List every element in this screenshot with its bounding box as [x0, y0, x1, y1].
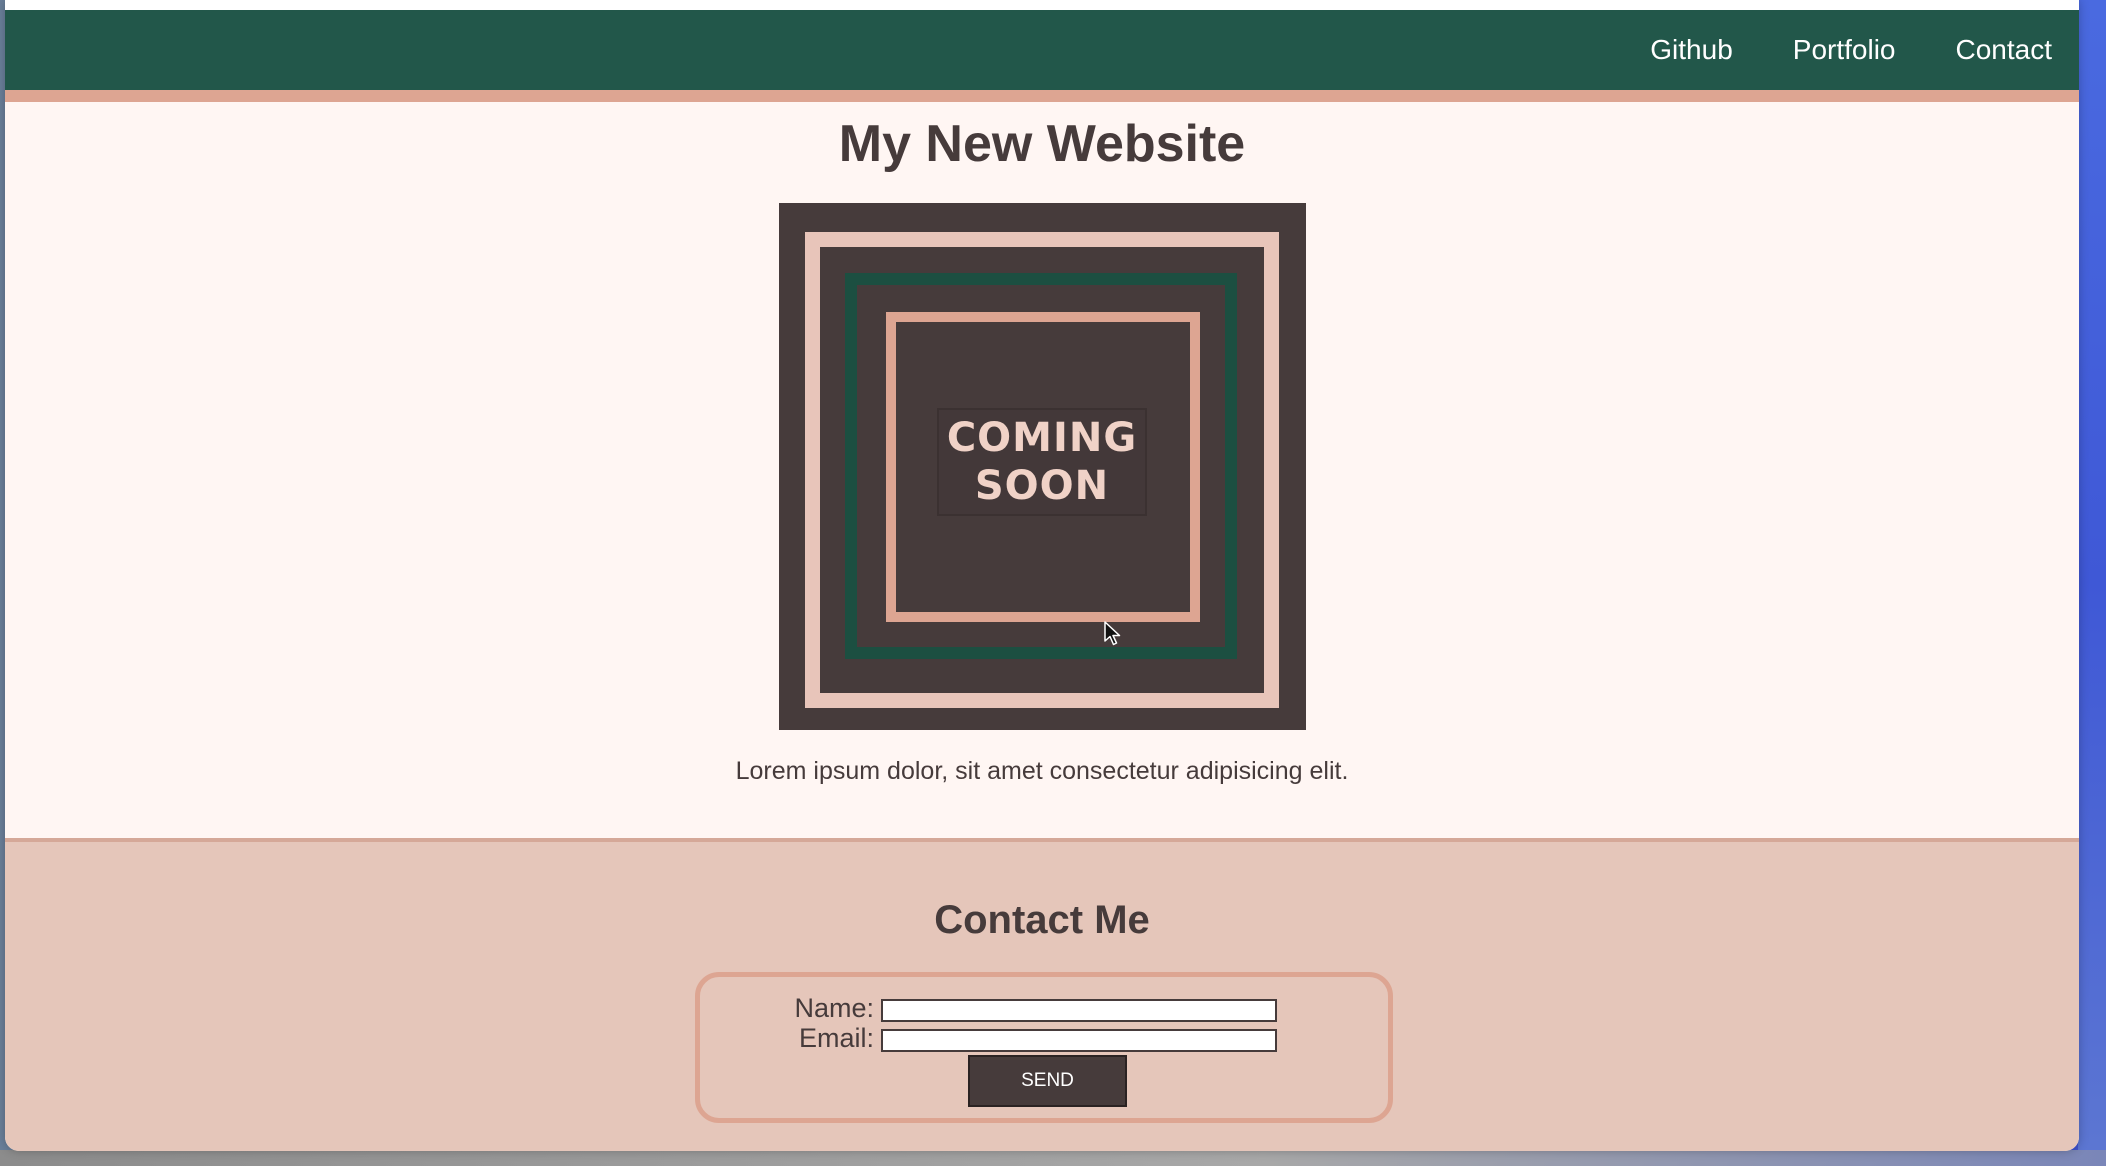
name-label: Name: — [794, 993, 874, 1023]
nav-link-portfolio[interactable]: Portfolio — [1793, 36, 1896, 64]
name-row: Name: — [700, 993, 1388, 1023]
email-row: Email: — [700, 1023, 1388, 1053]
nav-accent-bar — [5, 90, 2079, 102]
window-top-edge — [5, 0, 2079, 10]
browser-page: Github Portfolio Contact My New Website … — [5, 0, 2079, 1151]
contact-form: Name: Email: SEND — [695, 972, 1393, 1123]
coming-soon-image: COMING SOON — [779, 203, 1306, 730]
mouse-cursor-icon — [1104, 621, 1121, 646]
email-label: Email: — [798, 1023, 874, 1053]
top-navigation: Github Portfolio Contact — [5, 10, 2079, 90]
desktop-background-bottom — [0, 1150, 2106, 1166]
email-field[interactable] — [881, 1029, 1277, 1052]
contact-title: Contact Me — [934, 898, 1150, 942]
page-title: My New Website — [838, 115, 1246, 173]
coming-soon-line-2: SOON — [974, 463, 1110, 509]
send-button[interactable]: SEND — [968, 1055, 1127, 1107]
name-field[interactable] — [881, 999, 1277, 1022]
nav-link-github[interactable]: Github — [1650, 36, 1733, 64]
coming-soon-label: COMING SOON — [937, 408, 1147, 516]
contact-section: Contact Me Name: Email: SEND — [5, 838, 2079, 1151]
desktop-background-right — [2078, 0, 2106, 1166]
nav-link-contact[interactable]: Contact — [1956, 36, 2053, 64]
intro-paragraph: Lorem ipsum dolor, sit amet consectetur … — [735, 757, 1349, 785]
coming-soon-line-1: COMING — [946, 415, 1138, 461]
